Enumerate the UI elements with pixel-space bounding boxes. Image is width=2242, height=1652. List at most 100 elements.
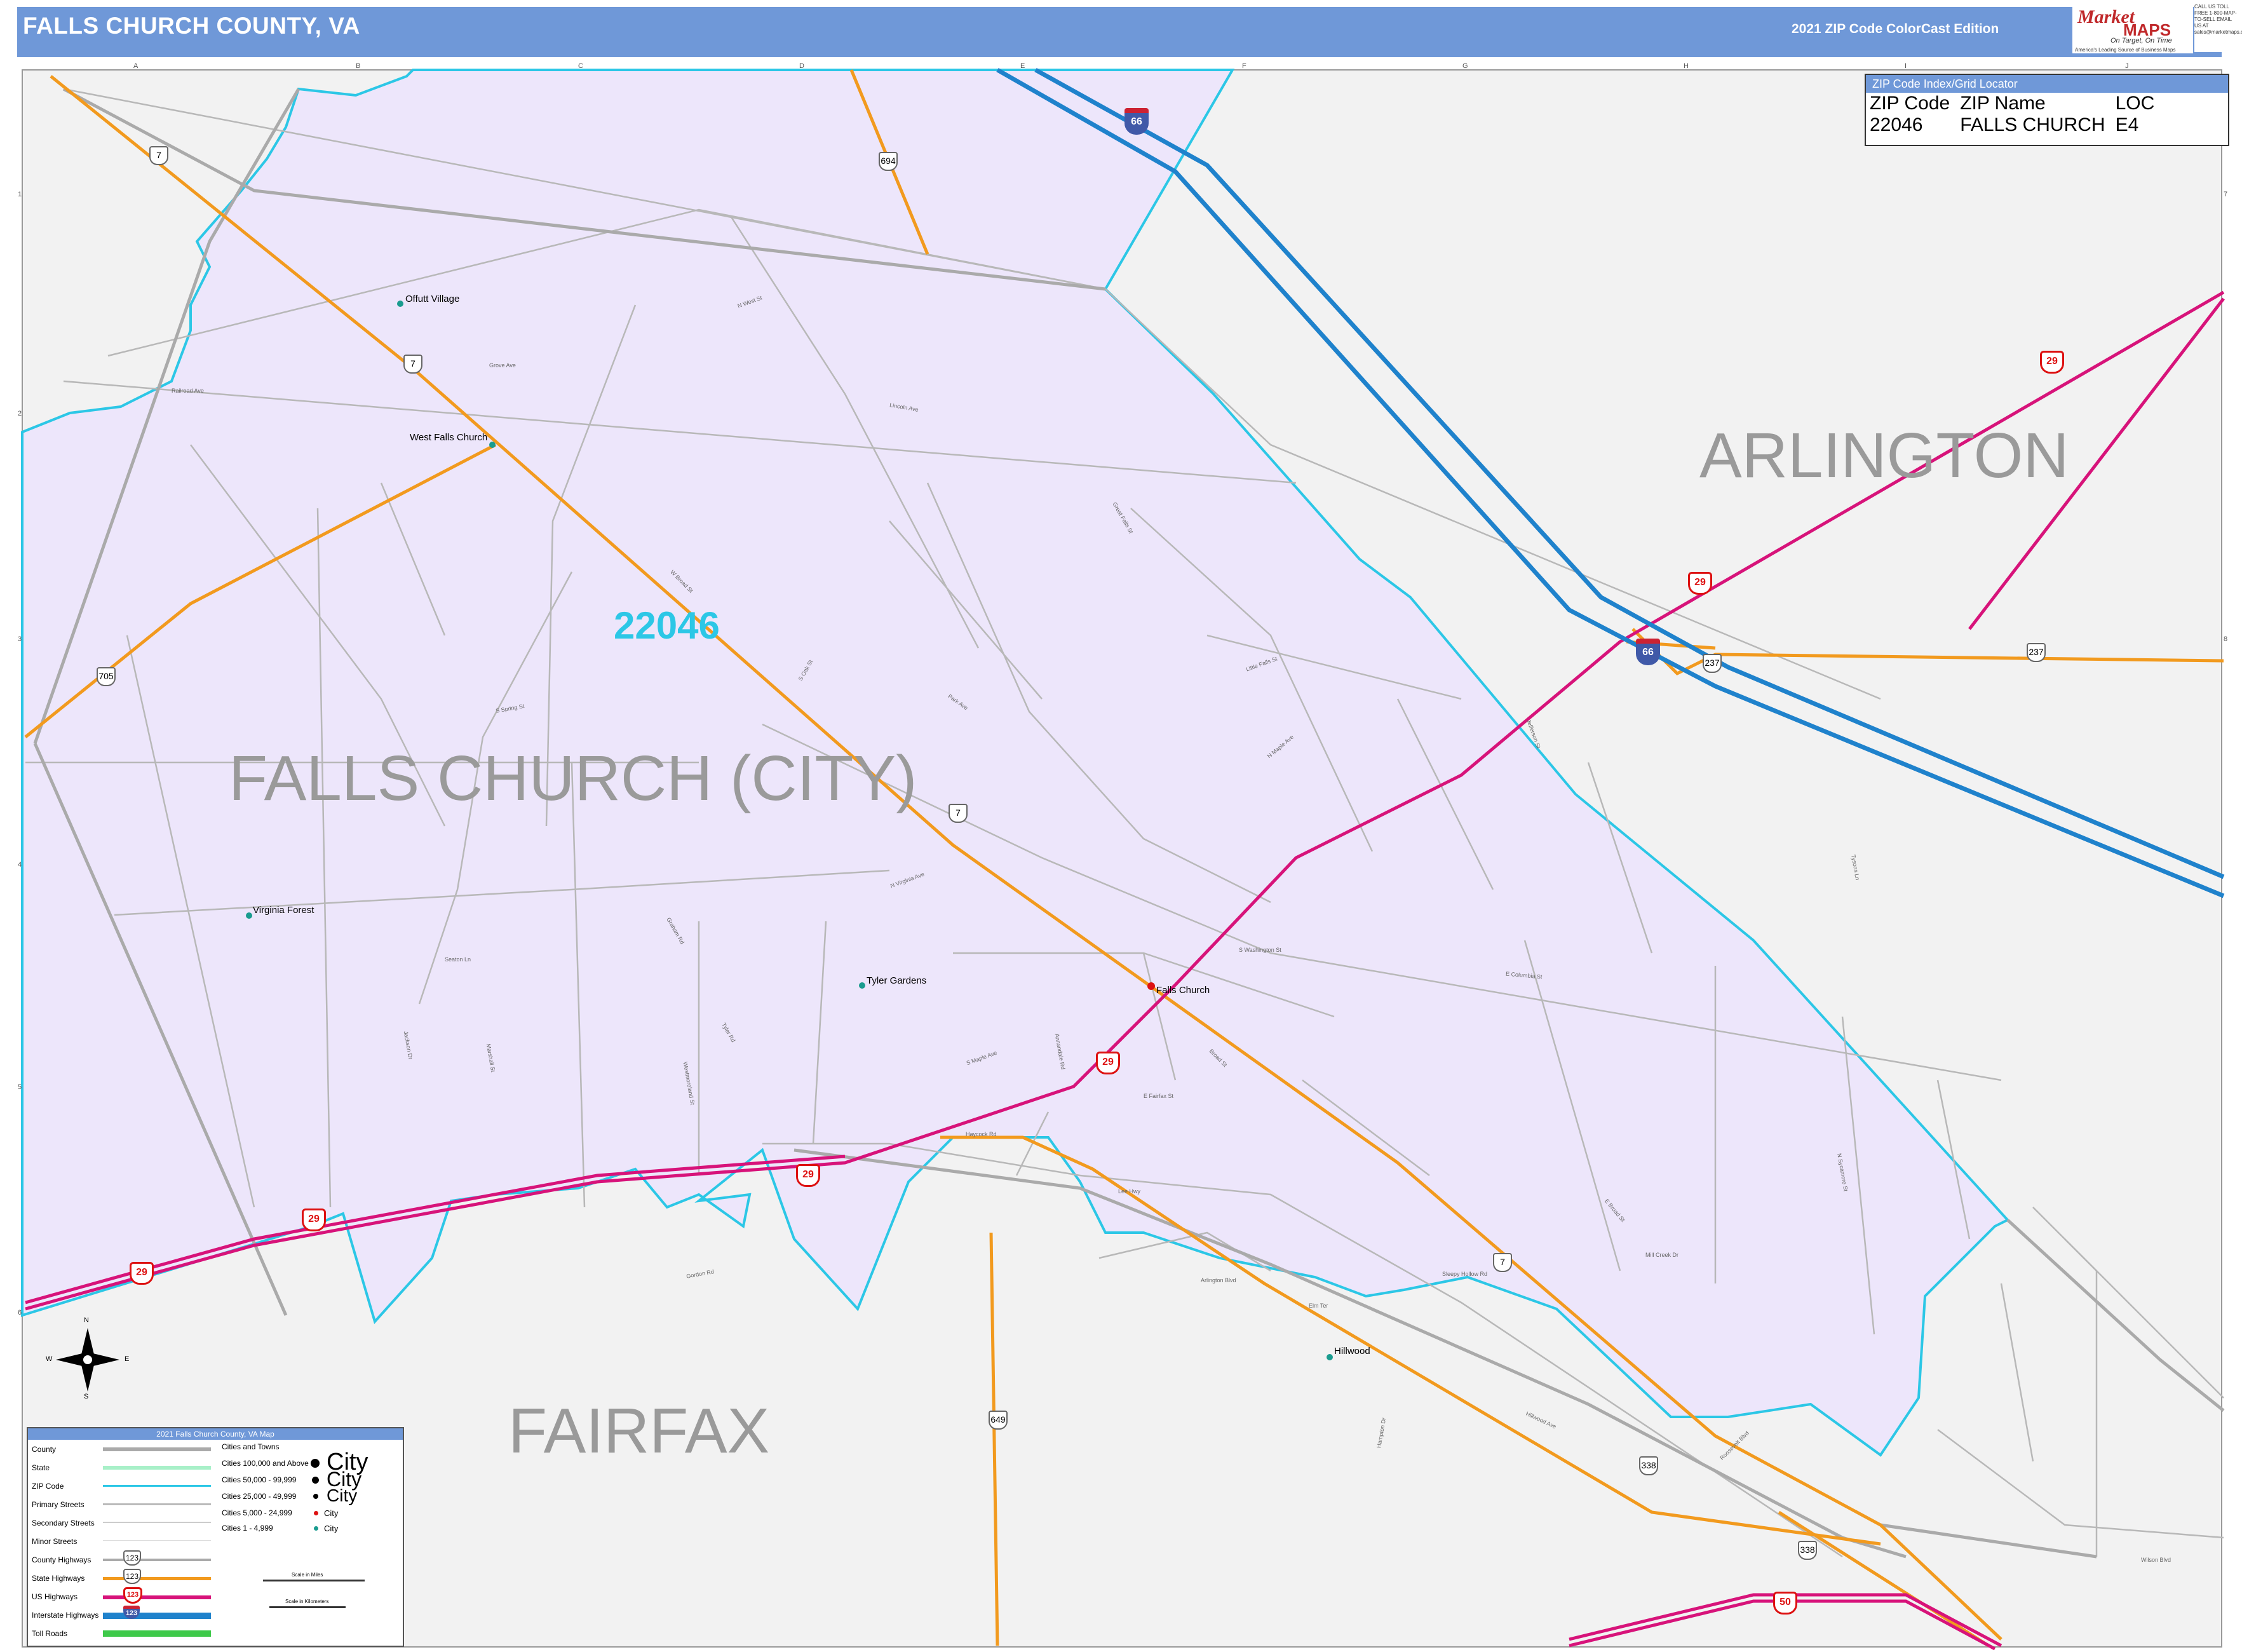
zip-index-header-row: ZIP Code ZIP Name LOC [1870, 93, 2164, 114]
place-label: West Falls Church [410, 432, 488, 443]
us-route-shield: 29 [1096, 1052, 1120, 1074]
legend-shield-sample: 123 [123, 1587, 142, 1604]
legend-title: 2021 Falls Church County, VA Map [28, 1428, 403, 1440]
legend-swatch [103, 1447, 211, 1451]
compass-east: E [125, 1355, 130, 1363]
grid-row-label: 1 [18, 191, 22, 198]
grid-column-label: H [1684, 62, 1689, 70]
city-class-dot [311, 1459, 320, 1468]
place-label: Tyler Gardens [867, 975, 927, 986]
map-title: FALLS CHURCH COUNTY, VA [23, 13, 360, 39]
legend-shield-sample: 123 [123, 1569, 141, 1584]
city-class-label: Cities 50,000 - 99,999 [222, 1475, 297, 1484]
legend-item: Primary Streets [32, 1500, 84, 1509]
grid-column-label: J [2125, 62, 2129, 70]
place-label: Falls Church [1156, 985, 1210, 996]
grid-column-label: E [1020, 62, 1025, 70]
zip-code-cell: 22046 [1870, 114, 1923, 135]
market-maps-logo[interactable]: Market MAPS On Target, On Time America's… [2072, 3, 2193, 53]
compass-north: N [84, 1317, 89, 1324]
grid-row-label: 2 [18, 410, 22, 417]
grid-row-label: 8 [2224, 635, 2228, 643]
legend-swatch [103, 1630, 211, 1637]
street-label: Arlington Blvd [1201, 1277, 1236, 1283]
zip-code-index: ZIP Code Index/Grid Locator ZIP Code ZIP… [1865, 74, 2229, 146]
legend-item: Minor Streets [32, 1537, 78, 1546]
grid-column-label: C [578, 62, 583, 70]
street-label: S Washington St [1239, 947, 1281, 953]
city-class-label: Cities 100,000 and Above [222, 1459, 309, 1468]
city-class-dot [314, 1526, 318, 1531]
scale-bar-km [269, 1606, 346, 1608]
street-label: Sleepy Hollow Rd [1442, 1271, 1488, 1277]
cities-title: Cities and Towns [222, 1442, 280, 1451]
place-label: Hillwood [1334, 1346, 1370, 1357]
legend-item: State Highways [32, 1574, 85, 1583]
scale-bar-miles [263, 1580, 365, 1581]
state-route-shield: 338 [1639, 1456, 1658, 1475]
city-class-sample: City [327, 1486, 358, 1505]
street-label: Railroad Ave [172, 388, 204, 394]
us-route-shield: 29 [130, 1262, 154, 1285]
place-label: Virginia Forest [253, 905, 314, 916]
zip-label-22046: 22046 [614, 604, 720, 647]
place-label: Offutt Village [405, 294, 460, 304]
grid-column-label: A [133, 62, 138, 70]
compass-west: W [46, 1355, 53, 1363]
legend-item: US Highways [32, 1592, 78, 1601]
city-class-sample: City [324, 1524, 339, 1533]
legend-swatch [103, 1503, 211, 1505]
zip-index-col: ZIP Name [1960, 93, 2046, 114]
street-label: Grove Ave [489, 362, 516, 369]
zip-name-cell: FALLS CHURCH [1960, 114, 2105, 135]
region-label-fairfax: FAIRFAX [508, 1395, 770, 1466]
zip-index-table: ZIP Code ZIP Name LOC 22046 FALLS CHURCH… [1870, 93, 2164, 136]
legend-swatch [103, 1540, 211, 1541]
compass-south: S [84, 1393, 89, 1400]
zip-loc-cell: E4 [2115, 114, 2139, 135]
zip-index-col: ZIP Code [1870, 93, 1950, 114]
legend-swatch [103, 1577, 211, 1580]
us-route-shield: 29 [1688, 572, 1712, 595]
legend-swatch [103, 1613, 211, 1619]
city-class-label: Cities 5,000 - 24,999 [222, 1508, 292, 1517]
scale-miles-label: Scale in Miles [292, 1572, 323, 1578]
street-label: Wilson Blvd [2141, 1557, 2171, 1563]
grid-column-label: D [799, 62, 804, 70]
map-canvas[interactable] [0, 0, 2242, 1652]
region-label-arlington: ARLINGTON [1699, 420, 2069, 491]
city-class-label: Cities 25,000 - 49,999 [222, 1492, 297, 1501]
grid-column-label: G [1462, 62, 1468, 70]
grid-row-label: 5 [18, 1083, 22, 1091]
state-route-shield: 338 [1798, 1541, 1817, 1560]
grid-column-label: F [1242, 62, 1246, 70]
us-route-shield: 50 [1773, 1592, 1797, 1615]
state-route-shield: 705 [97, 667, 116, 686]
grid-column-label: I [1905, 62, 1907, 70]
city-class-dot [313, 1494, 318, 1499]
grid-row-label: 4 [18, 861, 22, 869]
legend-item: County Highways [32, 1555, 91, 1564]
grid-column-label: B [356, 62, 361, 70]
legend-item: County [32, 1445, 57, 1454]
legend-item: Interstate Highways [32, 1611, 99, 1620]
logo-tagline: On Target, On Time [2110, 37, 2172, 44]
contact-info: CALL US TOLL FREE 1-800-MAP-TO-SELL EMAI… [2194, 4, 2242, 52]
legend-item: ZIP Code [32, 1482, 64, 1491]
us-route-shield: 29 [796, 1164, 820, 1187]
street-label: Seaton Ln [445, 956, 471, 963]
street-label: Lee Hwy [1118, 1188, 1141, 1195]
legend-swatch [103, 1522, 211, 1523]
zip-index-header: ZIP Code Index/Grid Locator [1866, 75, 2228, 93]
street-label: Haycock Rd [966, 1131, 997, 1137]
grid-row-label: 7 [2224, 191, 2228, 198]
street-label: Mill Creek Dr [1645, 1252, 1679, 1258]
map-legend: 2021 Falls Church County, VA Map County … [27, 1427, 404, 1647]
us-route-shield: 29 [2040, 351, 2064, 374]
street-label: E Fairfax St [1144, 1093, 1174, 1099]
city-class-dot [314, 1511, 318, 1515]
legend-swatch [103, 1559, 211, 1561]
interstate-shield: 66 [1124, 108, 1149, 135]
legend-swatch [103, 1595, 211, 1599]
city-class-dot [312, 1477, 319, 1484]
